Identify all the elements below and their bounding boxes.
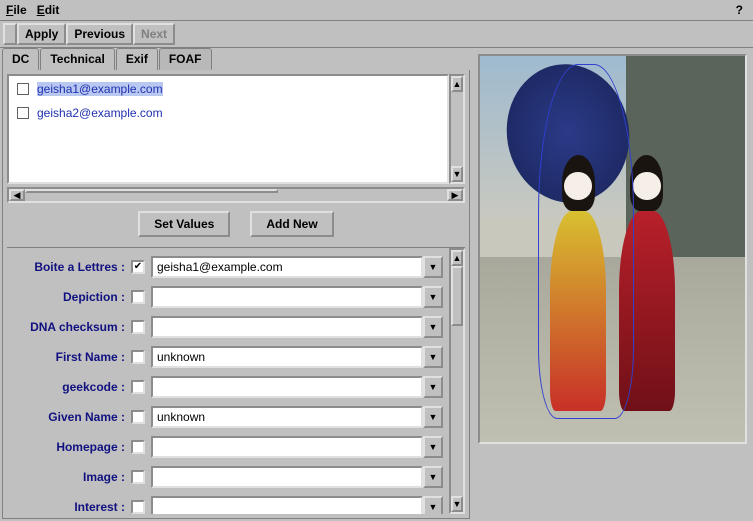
tab-dc[interactable]: DC — [2, 48, 39, 70]
form-row: DNA checksum : ▼ — [13, 312, 443, 342]
form-row: Image : ▼ — [13, 462, 443, 492]
chevron-down-icon[interactable]: ▼ — [423, 406, 443, 428]
field-combo: ▼ — [151, 406, 443, 428]
image-pane — [472, 48, 753, 521]
field-label: Given Name : — [13, 410, 131, 424]
field-checkbox[interactable]: ✔ — [131, 260, 145, 274]
tab-technical[interactable]: Technical — [40, 48, 114, 70]
menu-help[interactable]: ? — [736, 3, 747, 17]
menubar: File Edit ? — [0, 0, 753, 21]
toolbar-spacer — [3, 23, 17, 45]
field-label: Depiction : — [13, 290, 131, 304]
field-checkbox[interactable] — [131, 500, 145, 514]
scroll-track[interactable] — [451, 326, 463, 496]
field-combo: ▼ — [151, 496, 443, 514]
scroll-down-icon[interactable]: ▼ — [451, 496, 463, 512]
scroll-right-icon[interactable]: ▶ — [447, 189, 463, 201]
form-row: Boite a Lettres :✔ ▼ — [13, 252, 443, 282]
menu-edit[interactable]: Edit — [37, 3, 60, 17]
chevron-down-icon[interactable]: ▼ — [423, 466, 443, 488]
checkbox-icon[interactable] — [17, 107, 29, 119]
chevron-down-icon[interactable]: ▼ — [423, 286, 443, 308]
field-input[interactable] — [151, 256, 423, 278]
field-label: First Name : — [13, 350, 131, 364]
list-item[interactable]: geisha1@example.com — [17, 82, 439, 96]
field-combo: ▼ — [151, 376, 443, 398]
field-combo: ▼ — [151, 466, 443, 488]
field-input[interactable] — [151, 466, 423, 488]
field-combo: ▼ — [151, 316, 443, 338]
list-scrollbar-horizontal[interactable]: ◀ ▶ — [7, 187, 465, 203]
field-combo: ▼ — [151, 286, 443, 308]
scroll-down-icon[interactable]: ▼ — [451, 166, 463, 182]
scroll-up-icon[interactable]: ▲ — [451, 250, 463, 266]
properties-form: Boite a Lettres :✔▼Depiction :▼DNA check… — [7, 247, 465, 514]
chevron-down-icon[interactable]: ▼ — [423, 496, 443, 514]
field-checkbox[interactable] — [131, 350, 145, 364]
form-row: Interest : ▼ — [13, 492, 443, 514]
field-input[interactable] — [151, 436, 423, 458]
field-input[interactable] — [151, 376, 423, 398]
field-label: Homepage : — [13, 440, 131, 454]
field-input[interactable] — [151, 286, 423, 308]
form-row: Depiction : ▼ — [13, 282, 443, 312]
image-preview[interactable] — [478, 54, 747, 444]
field-input[interactable] — [151, 316, 423, 338]
left-pane: DC Technical Exif FOAF geisha1@example.c… — [0, 48, 472, 521]
form-row: Given Name : ▼ — [13, 402, 443, 432]
field-checkbox[interactable] — [131, 470, 145, 484]
list-item-email[interactable]: geisha1@example.com — [37, 82, 163, 96]
add-new-button[interactable]: Add New — [250, 211, 333, 237]
set-values-button[interactable]: Set Values — [138, 211, 230, 237]
list-item[interactable]: geisha2@example.com — [17, 106, 439, 120]
field-checkbox[interactable] — [131, 380, 145, 394]
chevron-down-icon[interactable]: ▼ — [423, 376, 443, 398]
field-combo: ▼ — [151, 346, 443, 368]
apply-button[interactable]: Apply — [17, 23, 66, 45]
scroll-left-icon[interactable]: ◀ — [9, 189, 25, 201]
tab-exif[interactable]: Exif — [116, 48, 158, 70]
scroll-thumb[interactable] — [451, 266, 463, 326]
field-checkbox[interactable] — [131, 320, 145, 334]
field-combo: ▼ — [151, 436, 443, 458]
field-checkbox[interactable] — [131, 410, 145, 424]
list-item-email[interactable]: geisha2@example.com — [37, 106, 163, 120]
field-label: Boite a Lettres : — [13, 260, 131, 274]
next-button: Next — [133, 23, 175, 45]
toolbar: Apply Previous Next — [0, 21, 753, 48]
tab-foaf[interactable]: FOAF — [159, 48, 212, 70]
field-combo: ▼ — [151, 256, 443, 278]
field-label: Image : — [13, 470, 131, 484]
form-row: Homepage : ▼ — [13, 432, 443, 462]
scroll-track[interactable] — [451, 92, 463, 166]
field-input[interactable] — [151, 496, 423, 514]
checkbox-icon[interactable] — [17, 83, 29, 95]
scroll-track[interactable] — [25, 189, 447, 201]
field-checkbox[interactable] — [131, 440, 145, 454]
tab-row: DC Technical Exif FOAF — [0, 48, 472, 70]
person-list[interactable]: geisha1@example.com geisha2@example.com — [7, 74, 449, 184]
menu-file[interactable]: File — [6, 3, 27, 17]
field-label: geekcode : — [13, 380, 131, 394]
chevron-down-icon[interactable]: ▼ — [423, 436, 443, 458]
field-input[interactable] — [151, 346, 423, 368]
chevron-down-icon[interactable]: ▼ — [423, 316, 443, 338]
scroll-thumb[interactable] — [25, 189, 278, 193]
previous-button[interactable]: Previous — [66, 23, 133, 45]
list-scrollbar-vertical[interactable]: ▲ ▼ — [449, 74, 465, 184]
form-scrollbar-vertical[interactable]: ▲ ▼ — [449, 248, 465, 514]
selection-outline — [538, 64, 633, 419]
form-row: geekcode : ▼ — [13, 372, 443, 402]
field-checkbox[interactable] — [131, 290, 145, 304]
chevron-down-icon[interactable]: ▼ — [423, 256, 443, 278]
tab-panel-foaf: geisha1@example.com geisha2@example.com … — [2, 69, 470, 519]
scroll-up-icon[interactable]: ▲ — [451, 76, 463, 92]
field-label: DNA checksum : — [13, 320, 131, 334]
field-input[interactable] — [151, 406, 423, 428]
form-row: First Name : ▼ — [13, 342, 443, 372]
chevron-down-icon[interactable]: ▼ — [423, 346, 443, 368]
field-label: Interest : — [13, 500, 131, 514]
